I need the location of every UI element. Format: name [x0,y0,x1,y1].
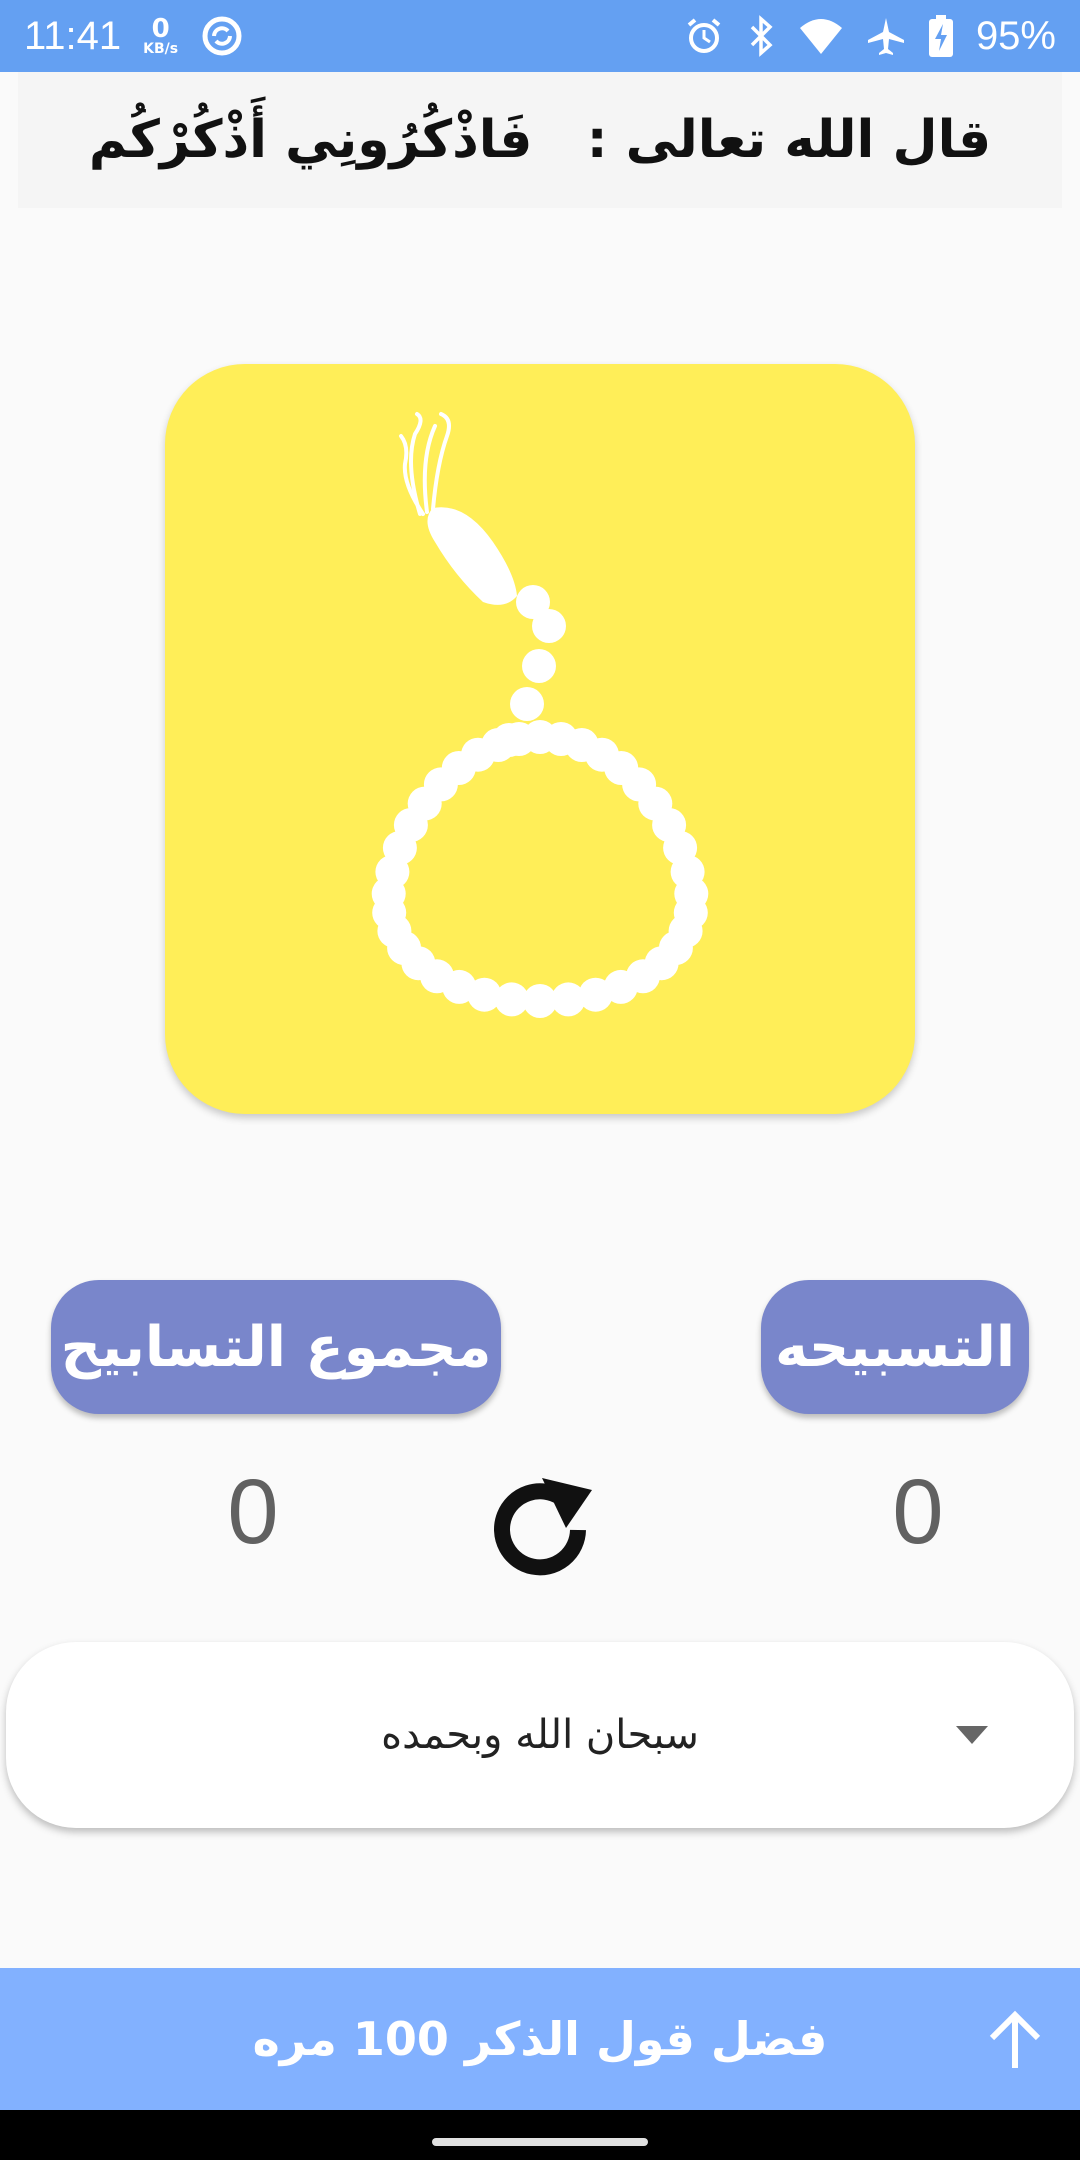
rosary-beads-icon [371,412,709,1018]
network-speed: 0 KB/s [143,16,178,56]
home-handle[interactable] [432,2138,648,2146]
rosary-bead [522,649,556,683]
reset-icon[interactable] [480,1470,600,1590]
arrow-up-icon[interactable] [980,2006,1050,2076]
total-tasbih-button[interactable]: مجموع التسابيح [51,1280,501,1414]
status-time: 11:41 [24,13,122,58]
airplane-icon [867,18,904,55]
alarm-icon [687,18,721,53]
sync-icon [202,16,242,56]
quran-verse: قال الله تعالى : فَاذْكُرُونِي أَذْكُرْك… [88,110,992,170]
battery-charging-icon [928,15,953,57]
battery-level: 95% [975,13,1056,58]
total-counter: 0 [227,1461,279,1563]
rosary-tap-card[interactable] [165,364,915,1114]
status-bar: 11:41 0 KB/s 95% [0,0,1080,72]
tasbih-counter: 0 [892,1461,944,1563]
system-nav-bar [0,2110,1080,2160]
network-speed-value: 0 [151,14,170,44]
virtue-bar[interactable]: فضل قول الذكر 100 مره [0,1968,1080,2110]
dhikr-selected-value: سبحان الله وبحمده [381,1712,699,1758]
dhikr-dropdown[interactable]: سبحان الله وبحمده [6,1642,1074,1828]
tasbih-button[interactable]: التسبيحه [761,1280,1029,1414]
wifi-icon [799,19,842,54]
status-left: 11:41 0 KB/s [24,14,244,59]
network-speed-unit: KB/s [143,41,179,57]
rosary-bead [502,722,536,756]
status-right: 95% [684,14,1056,59]
rosary-bead [510,687,544,721]
virtue-label: فضل قول الذكر 100 مره [252,2012,828,2066]
chevron-down-icon [956,1726,988,1744]
header-bar: قال الله تعالى : فَاذْكُرُونِي أَذْكُرْك… [18,72,1062,208]
rosary-bead [532,609,566,643]
bluetooth-icon [750,15,773,57]
